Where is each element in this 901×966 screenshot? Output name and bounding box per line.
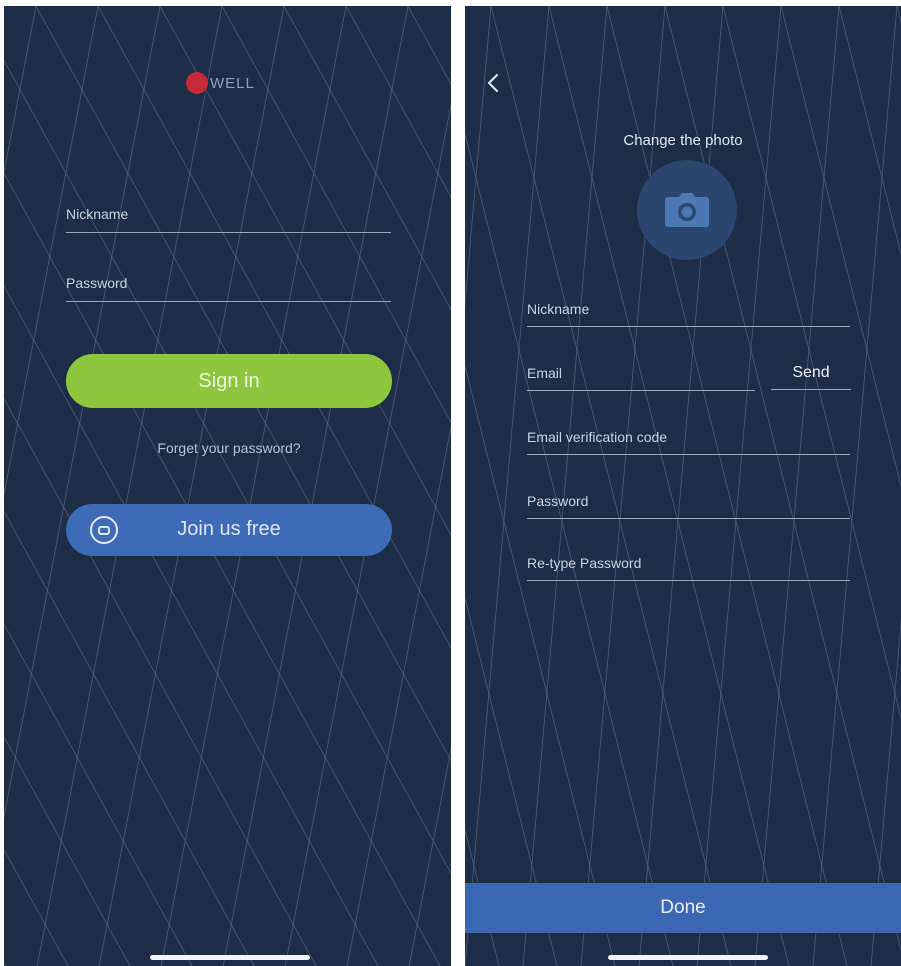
sign-in-button[interactable]: Sign in	[66, 354, 392, 408]
password-field-container	[527, 484, 850, 519]
logo-mark-icon	[186, 72, 208, 94]
logo-text: WELL	[210, 74, 255, 92]
nickname-field-container	[66, 196, 391, 233]
background-pattern	[4, 6, 451, 966]
change-photo-button[interactable]	[637, 160, 737, 260]
app-logo: WELL	[186, 72, 255, 94]
email-field-container	[527, 356, 755, 391]
nickname-field-container	[527, 292, 850, 327]
forgot-password-link[interactable]: Forget your password?	[66, 440, 392, 456]
done-button[interactable]: Done	[465, 883, 901, 933]
password-input[interactable]	[527, 484, 850, 518]
nickname-input[interactable]	[66, 196, 391, 232]
change-photo-title: Change the photo	[623, 132, 743, 149]
register-screen: Change the photo Send Done	[465, 6, 901, 966]
password-input[interactable]	[66, 264, 391, 301]
join-button[interactable]: Join us free	[66, 504, 392, 556]
camera-icon	[665, 193, 709, 227]
home-indicator	[150, 955, 310, 960]
email-input[interactable]	[527, 356, 755, 390]
verification-code-field-container	[527, 420, 850, 455]
verification-code-input[interactable]	[527, 420, 850, 454]
join-button-label: Join us free	[177, 518, 281, 540]
password-field-container	[66, 264, 391, 302]
nickname-input[interactable]	[527, 292, 850, 326]
retype-password-field-container	[527, 546, 850, 581]
chevron-left-icon[interactable]	[483, 72, 505, 94]
login-screen: WELL Sign in Forget your password? Join …	[4, 6, 451, 966]
send-code-button[interactable]: Send	[771, 356, 851, 390]
retype-password-input[interactable]	[527, 546, 850, 580]
home-indicator	[608, 955, 768, 960]
